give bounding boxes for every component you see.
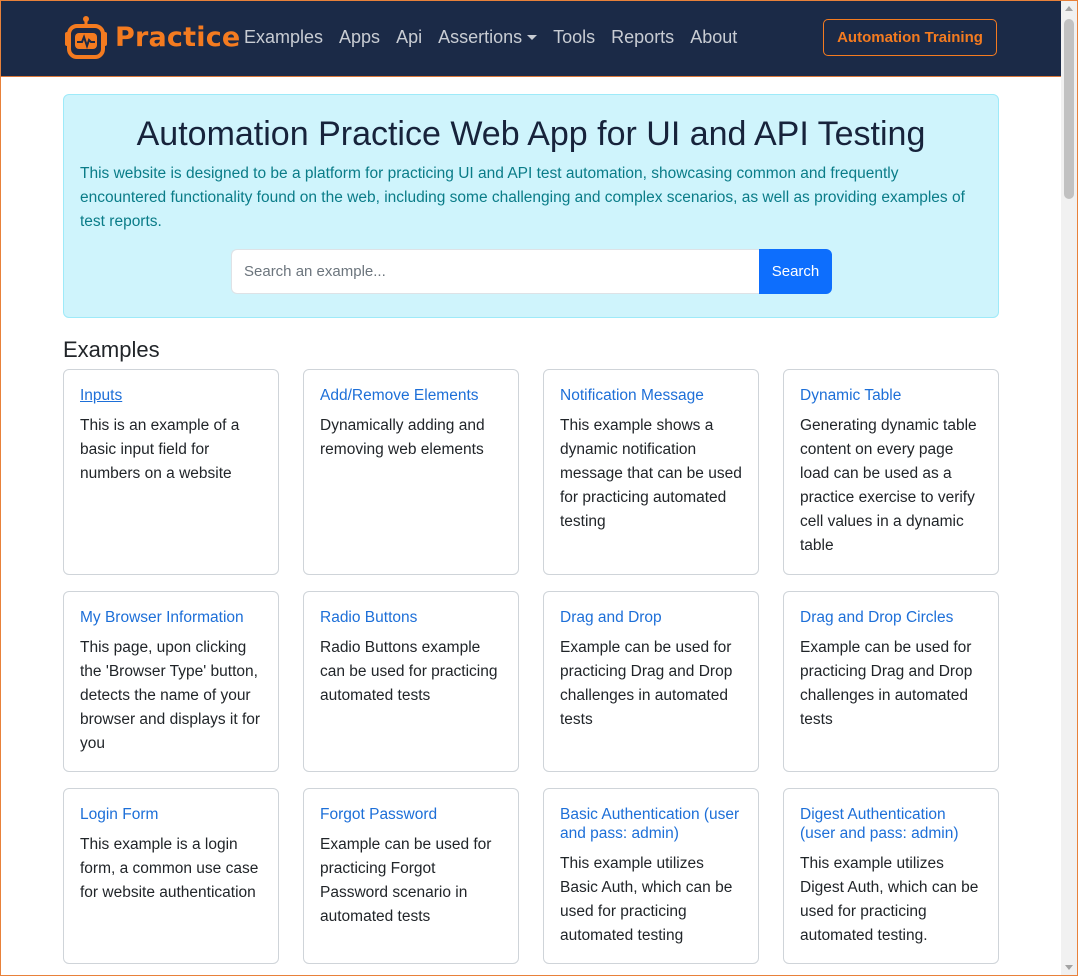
card-description: This example utilizes Basic Auth, which …	[560, 855, 733, 944]
card-link-notification-message[interactable]: Notification Message	[560, 386, 742, 405]
example-card-inputs: Inputs This is an example of a basic inp…	[63, 369, 279, 575]
nav-link-examples[interactable]: Examples	[244, 27, 323, 48]
nav-link-about[interactable]: About	[690, 27, 737, 48]
hero-description: This website is designed to be a platfor…	[80, 165, 965, 230]
scrollbar-thumb[interactable]	[1064, 19, 1074, 199]
search-form: Search	[231, 249, 832, 294]
brand-name: Practice	[115, 21, 241, 53]
example-card-login-form: Login Form This example is a login form,…	[63, 788, 279, 964]
card-description: This is an example of a basic input fiel…	[80, 417, 240, 482]
search-input[interactable]	[231, 249, 759, 294]
example-card-drag-and-drop-circles: Drag and Drop Circles Example can be use…	[783, 591, 999, 772]
card-description: Dynamically adding and removing web elem…	[320, 417, 485, 458]
card-description: This example shows a dynamic notificatio…	[560, 417, 742, 530]
nav-dropdown-assertions[interactable]: Assertions	[438, 27, 538, 48]
card-link-drag-and-drop[interactable]: Drag and Drop	[560, 608, 742, 627]
card-link-add-remove-elements[interactable]: Add/Remove Elements	[320, 386, 502, 405]
top-navbar: Practice Examples Apps Api Assertions To…	[1, 1, 1061, 77]
card-link-drag-and-drop-circles[interactable]: Drag and Drop Circles	[800, 608, 982, 627]
nav-link-reports[interactable]: Reports	[611, 27, 674, 48]
card-link-login-form[interactable]: Login Form	[80, 805, 262, 824]
nav-link-apps[interactable]: Apps	[339, 27, 380, 48]
caret-down-icon	[527, 35, 538, 40]
scroll-up-arrow-icon[interactable]	[1065, 6, 1073, 11]
example-card-forgot-password: Forgot Password Example can be used for …	[303, 788, 519, 964]
card-description: Radio Buttons example can be used for pr…	[320, 639, 498, 704]
brand-logo-link[interactable]: Practice	[63, 15, 240, 59]
search-button[interactable]: Search	[759, 249, 832, 294]
vertical-scrollbar[interactable]	[1061, 1, 1077, 975]
automation-training-button[interactable]: Automation Training	[823, 19, 997, 56]
browser-viewport: Practice Examples Apps Api Assertions To…	[0, 0, 1078, 976]
card-link-my-browser-information[interactable]: My Browser Information	[80, 608, 262, 627]
example-card-notification-message: Notification Message This example shows …	[543, 369, 759, 575]
card-link-dynamic-table[interactable]: Dynamic Table	[800, 386, 982, 405]
example-card-add-remove-elements: Add/Remove Elements Dynamically adding a…	[303, 369, 519, 575]
card-link-basic-authentication[interactable]: Basic Authentication (user and pass: adm…	[560, 805, 742, 843]
card-description: Example can be used for practicing Forgo…	[320, 836, 492, 925]
nav-link-tools[interactable]: Tools	[553, 27, 595, 48]
example-card-basic-authentication: Basic Authentication (user and pass: adm…	[543, 788, 759, 964]
example-card-digest-authentication: Digest Authentication (user and pass: ad…	[783, 788, 999, 964]
card-description: Example can be used for practicing Drag …	[560, 639, 733, 728]
example-card-dynamic-table: Dynamic Table Generating dynamic table c…	[783, 369, 999, 575]
card-description: Generating dynamic table content on ever…	[800, 417, 977, 554]
page-title: Automation Practice Web App for UI and A…	[136, 115, 926, 153]
example-card-my-browser-information: My Browser Information This page, upon c…	[63, 591, 279, 772]
nav-link-api[interactable]: Api	[396, 27, 422, 48]
nav-link-assertions-label: Assertions	[438, 27, 523, 47]
examples-heading: Examples	[63, 337, 160, 362]
scroll-down-arrow-icon[interactable]	[1065, 965, 1073, 970]
card-link-forgot-password[interactable]: Forgot Password	[320, 805, 502, 824]
card-link-radio-buttons[interactable]: Radio Buttons	[320, 608, 502, 627]
card-description: This page, upon clicking the 'Browser Ty…	[80, 639, 261, 752]
hero-banner: Automation Practice Web App for UI and A…	[63, 94, 999, 318]
card-description: Example can be used for practicing Drag …	[800, 639, 973, 728]
example-card-drag-and-drop: Drag and Drop Example can be used for pr…	[543, 591, 759, 772]
example-card-radio-buttons: Radio Buttons Radio Buttons example can …	[303, 591, 519, 772]
card-description: This example is a login form, a common u…	[80, 836, 259, 901]
robot-logo-icon	[65, 16, 107, 59]
card-description: This example utilizes Digest Auth, which…	[800, 855, 979, 944]
nav-menu: Examples Apps Api Assertions Tools Repor…	[244, 27, 753, 48]
card-link-digest-authentication[interactable]: Digest Authentication (user and pass: ad…	[800, 805, 982, 843]
card-link-inputs[interactable]: Inputs	[80, 386, 262, 405]
